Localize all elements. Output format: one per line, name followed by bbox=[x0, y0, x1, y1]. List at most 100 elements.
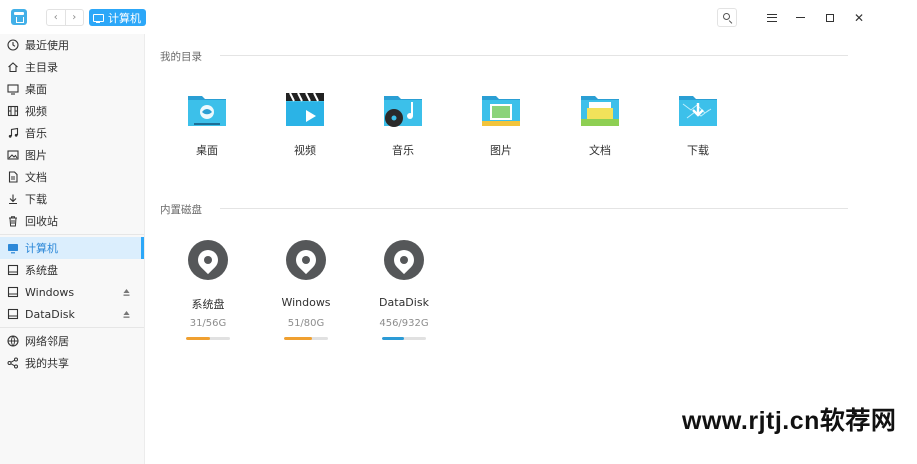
sidebar-item-label: 主目录 bbox=[25, 61, 58, 74]
menu-button[interactable] bbox=[761, 8, 783, 27]
minimize-button[interactable] bbox=[789, 8, 811, 27]
menu-icon bbox=[767, 13, 777, 22]
sidebar-item-label: 桌面 bbox=[25, 83, 47, 96]
download-icon bbox=[7, 193, 19, 205]
disks-heading: 内置磁盘 bbox=[160, 204, 202, 216]
sidebar-item[interactable]: 音乐 bbox=[0, 122, 144, 144]
folder-item[interactable]: 文档 bbox=[565, 88, 635, 174]
back-button[interactable]: ‹ bbox=[47, 10, 65, 25]
sidebar-item-label: 计算机 bbox=[25, 242, 58, 255]
disk-usage-fill bbox=[382, 337, 404, 340]
disk-item[interactable]: 系统盘 31/56G bbox=[178, 240, 238, 350]
hard-disk-icon bbox=[384, 240, 424, 280]
disk-name: Windows bbox=[281, 296, 331, 309]
sidebar-item[interactable]: 下载 bbox=[0, 188, 144, 210]
breadcrumb-label: 计算机 bbox=[108, 11, 141, 25]
sidebar-item[interactable]: 回收站 bbox=[0, 210, 144, 232]
sidebar-item-label: 我的共享 bbox=[25, 357, 69, 370]
sidebar-item[interactable]: 视频 bbox=[0, 100, 144, 122]
share-icon bbox=[7, 357, 19, 369]
drive-icon bbox=[7, 286, 19, 298]
disk-name: DataDisk bbox=[379, 296, 429, 309]
disk-usage-bar bbox=[284, 337, 328, 340]
folder-item[interactable]: 下载 bbox=[663, 88, 733, 174]
sidebar: 最近使用主目录桌面视频音乐图片文档下载回收站计算机系统盘 Windows DataD… bbox=[0, 34, 145, 464]
disk-usage-fill bbox=[284, 337, 313, 340]
file-manager-window: ‹ › 计算机 ✕ 最近使用 主目录 桌面 视频 音乐 图片 文档 下载 回收站 计算机 系统盘 Wi… bbox=[0, 0, 875, 464]
sidebar-item-label: 网络邻居 bbox=[25, 335, 69, 348]
disk-usage-bar bbox=[382, 337, 426, 340]
disk-usage-fill bbox=[186, 337, 211, 340]
divider bbox=[220, 55, 848, 56]
sidebar-item[interactable]: 计算机 bbox=[0, 237, 144, 259]
folder-item[interactable]: 桌面 bbox=[172, 88, 242, 174]
navigation-buttons: ‹ › bbox=[46, 9, 84, 26]
music-icon bbox=[7, 127, 19, 139]
disk-usage-text: 456/932G bbox=[379, 318, 429, 329]
background bbox=[875, 0, 917, 464]
forward-button[interactable]: › bbox=[64, 10, 84, 25]
sidebar-item-label: 下载 bbox=[25, 193, 47, 206]
sidebar-item-label: Windows bbox=[25, 285, 75, 299]
image-icon bbox=[7, 149, 19, 161]
sidebar-item[interactable]: 网络邻居 bbox=[0, 330, 144, 352]
disk-usage-text: 51/80G bbox=[287, 318, 325, 329]
title-bar: ‹ › 计算机 ✕ bbox=[0, 0, 875, 34]
folder-label: 视频 bbox=[294, 144, 316, 157]
disk-item[interactable]: Windows 51/80G bbox=[276, 240, 336, 350]
clock-icon bbox=[7, 39, 19, 51]
folder-label: 下载 bbox=[687, 144, 709, 157]
sidebar-item[interactable]: 文档 bbox=[0, 166, 144, 188]
main-content: 我的目录 桌面 视频 音乐 图片 文档 下载 内置磁盘 系统盘 31/56G Windows 5… bbox=[146, 34, 875, 464]
sidebar-item[interactable]: 桌面 bbox=[0, 78, 144, 100]
minimize-icon bbox=[795, 16, 805, 19]
sidebar-item-label: DataDisk bbox=[25, 307, 75, 321]
disk-usage-text: 31/56G bbox=[189, 318, 227, 329]
search-button[interactable] bbox=[717, 8, 737, 27]
sidebar-item-label: 系统盘 bbox=[25, 264, 58, 277]
drive-icon bbox=[7, 264, 19, 276]
hard-disk-icon bbox=[286, 240, 326, 280]
maximize-button[interactable] bbox=[819, 8, 841, 27]
divider bbox=[0, 234, 144, 235]
my-dirs-heading: 我的目录 bbox=[160, 51, 202, 63]
home-icon bbox=[7, 61, 19, 73]
trash-icon bbox=[7, 215, 19, 227]
sidebar-item[interactable]: 最近使用 bbox=[0, 34, 144, 56]
folder-item[interactable]: 图片 bbox=[466, 88, 536, 174]
sidebar-item-label: 文档 bbox=[25, 171, 47, 184]
sidebar-item[interactable]: 系统盘 bbox=[0, 259, 144, 281]
folder-item[interactable]: 音乐 bbox=[368, 88, 438, 174]
disk-usage-bar bbox=[186, 337, 230, 340]
disk-item[interactable]: DataDisk 456/932G bbox=[374, 240, 434, 350]
watermark: www.rjtj.cn软荐网 bbox=[682, 407, 897, 435]
sidebar-item[interactable]: 图片 bbox=[0, 144, 144, 166]
eject-icon[interactable] bbox=[123, 287, 130, 296]
sidebar-item-label: 最近使用 bbox=[25, 39, 69, 52]
sidebar-item[interactable]: DataDisk bbox=[0, 303, 144, 325]
document-icon bbox=[7, 171, 19, 183]
hard-disk-icon bbox=[188, 240, 228, 280]
sidebar-item[interactable]: 我的共享 bbox=[0, 352, 144, 374]
folder-label: 桌面 bbox=[196, 144, 218, 157]
breadcrumb[interactable]: 计算机 bbox=[89, 9, 146, 26]
drive-icon bbox=[7, 308, 19, 320]
network-icon bbox=[7, 335, 19, 347]
sidebar-item[interactable]: Windows bbox=[0, 281, 144, 303]
sidebar-item[interactable]: 主目录 bbox=[0, 56, 144, 78]
app-logo-icon bbox=[11, 9, 27, 25]
computer-icon bbox=[7, 242, 19, 254]
folder-label: 文档 bbox=[589, 144, 611, 157]
disk-name: 系统盘 bbox=[191, 298, 225, 311]
computer-icon bbox=[93, 13, 104, 23]
sidebar-item-label: 视频 bbox=[25, 105, 47, 118]
folder-label: 图片 bbox=[490, 144, 512, 157]
folder-item[interactable]: 视频 bbox=[270, 88, 340, 174]
sidebar-item-label: 音乐 bbox=[25, 127, 47, 140]
close-button[interactable]: ✕ bbox=[848, 8, 870, 27]
sidebar-item-label: 回收站 bbox=[25, 215, 58, 228]
divider bbox=[0, 327, 144, 328]
sidebar-item-label: 图片 bbox=[25, 149, 47, 162]
eject-icon[interactable] bbox=[123, 309, 130, 318]
divider bbox=[220, 208, 848, 209]
